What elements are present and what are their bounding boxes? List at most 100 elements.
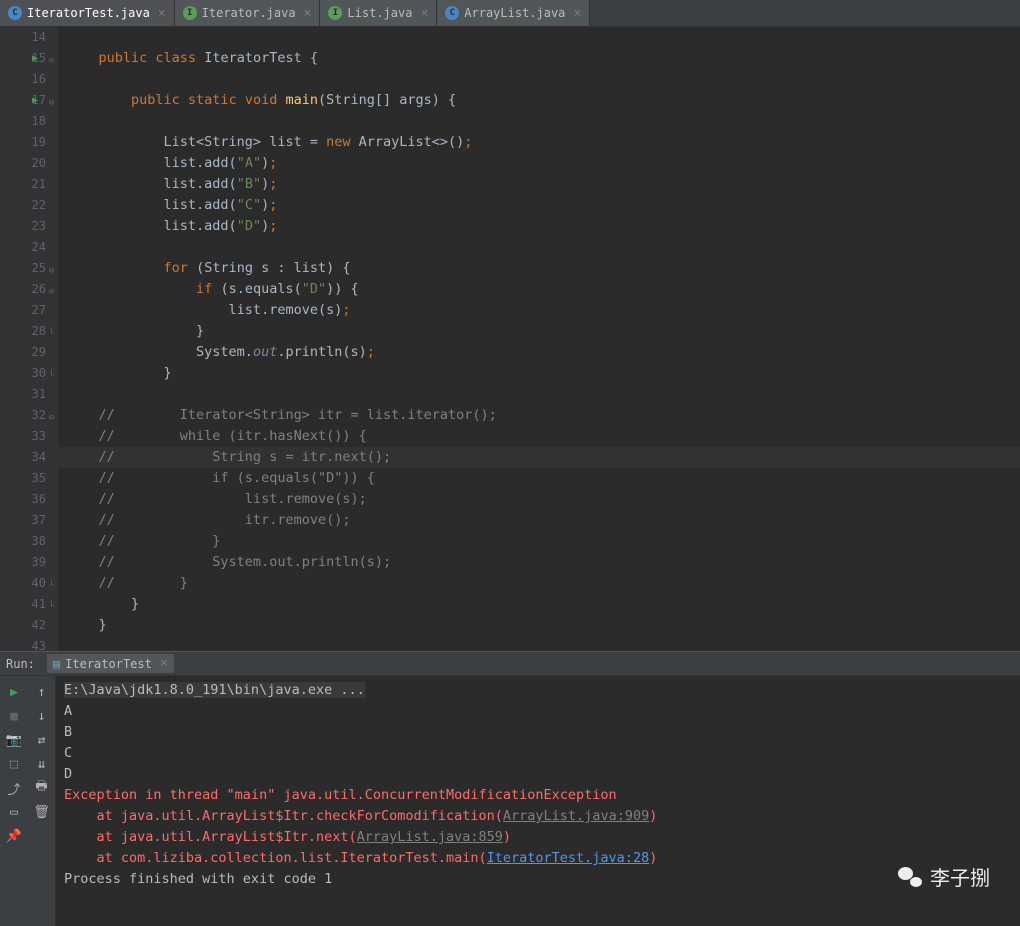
- gutter-line[interactable]: 20: [0, 153, 46, 174]
- code-line[interactable]: for (String s : list) {: [66, 258, 1020, 279]
- fold-icon[interactable]: ⊖: [49, 51, 54, 72]
- code-line[interactable]: list.add("B");: [66, 174, 1020, 195]
- code-line[interactable]: public class IteratorTest {: [66, 48, 1020, 69]
- console-line: at com.liziba.collection.list.IteratorTe…: [64, 848, 1012, 869]
- print-icon[interactable]: 🖶: [34, 780, 50, 796]
- code-line[interactable]: list.add("D");: [66, 216, 1020, 237]
- gutter-line[interactable]: 26⊖: [0, 279, 46, 300]
- tab[interactable]: IIterator.java×: [175, 0, 321, 26]
- code-line[interactable]: if (s.equals("D")) {: [66, 279, 1020, 300]
- gutter-line[interactable]: 31: [0, 384, 46, 405]
- gutter-line[interactable]: 14: [0, 27, 46, 48]
- code-line[interactable]: [66, 27, 1020, 48]
- debug-icon[interactable]: ⬚: [6, 756, 22, 772]
- gutter-line[interactable]: 43: [0, 636, 46, 657]
- gutter-line[interactable]: 25⊖: [0, 258, 46, 279]
- fold-icon[interactable]: ⊖: [49, 93, 54, 114]
- run-gutter-icon[interactable]: ▶: [32, 90, 38, 111]
- exit-icon[interactable]: ⤴: [6, 780, 22, 796]
- gutter-line[interactable]: 39: [0, 552, 46, 573]
- code-line[interactable]: // Iterator<String> itr = list.iterator(…: [66, 405, 1020, 426]
- tab-label: IteratorTest.java: [27, 6, 150, 20]
- stacktrace-link[interactable]: IteratorTest.java:28: [487, 850, 650, 866]
- gutter-line[interactable]: 30└: [0, 363, 46, 384]
- run-icon[interactable]: ▶: [6, 684, 22, 700]
- run-tab-icon: ▤: [53, 657, 60, 671]
- code-line[interactable]: [66, 636, 1020, 657]
- gutter-line[interactable]: 18: [0, 111, 46, 132]
- run-gutter-icon[interactable]: ▶: [32, 48, 38, 69]
- wrap-icon[interactable]: ⇄: [34, 732, 50, 748]
- gutter-line[interactable]: 24: [0, 237, 46, 258]
- gutter-line[interactable]: 21: [0, 174, 46, 195]
- gutter-line[interactable]: 27: [0, 300, 46, 321]
- gutter-line[interactable]: 42: [0, 615, 46, 636]
- gutter-line[interactable]: 28└: [0, 321, 46, 342]
- code-line[interactable]: list.add("A");: [66, 153, 1020, 174]
- code-line[interactable]: // itr.remove();: [66, 510, 1020, 531]
- tab[interactable]: CIteratorTest.java×: [0, 0, 175, 26]
- code-line[interactable]: }: [66, 615, 1020, 636]
- gutter-line[interactable]: 38: [0, 531, 46, 552]
- up-icon[interactable]: ↑: [34, 684, 50, 700]
- code-line[interactable]: list.remove(s);: [66, 300, 1020, 321]
- close-icon[interactable]: ×: [158, 6, 166, 21]
- gutter-line[interactable]: ▶15⊖: [0, 48, 46, 69]
- code-line[interactable]: // while (itr.hasNext()) {: [66, 426, 1020, 447]
- gutter-line[interactable]: 40└: [0, 573, 46, 594]
- code-line[interactable]: // System.out.println(s);: [66, 552, 1020, 573]
- code-line[interactable]: // list.remove(s);: [66, 489, 1020, 510]
- gutter-line[interactable]: 19: [0, 132, 46, 153]
- stop-icon[interactable]: ■: [6, 708, 22, 724]
- gutter-line[interactable]: 23: [0, 216, 46, 237]
- fold-icon[interactable]: ⊖: [49, 282, 54, 303]
- fold-icon[interactable]: ⊖: [49, 408, 54, 429]
- layout-icon[interactable]: ▭: [6, 804, 22, 820]
- code-area[interactable]: public class IteratorTest { public stati…: [58, 27, 1020, 651]
- code-line[interactable]: // String s = itr.next();: [58, 447, 1020, 468]
- gutter-line[interactable]: 32⊖: [0, 405, 46, 426]
- code-line[interactable]: // }: [66, 531, 1020, 552]
- code-line[interactable]: // }: [66, 573, 1020, 594]
- gutter-line[interactable]: 35: [0, 468, 46, 489]
- gutter-line[interactable]: 36: [0, 489, 46, 510]
- pin-icon[interactable]: 📌: [6, 828, 22, 844]
- code-line[interactable]: list.add("C");: [66, 195, 1020, 216]
- code-line[interactable]: System.out.println(s);: [66, 342, 1020, 363]
- gutter-line[interactable]: 22: [0, 195, 46, 216]
- gutter-line[interactable]: ▶17⊖: [0, 90, 46, 111]
- close-icon[interactable]: ×: [304, 6, 312, 21]
- stacktrace-link[interactable]: ArrayList.java:859: [357, 829, 503, 845]
- code-line[interactable]: [66, 237, 1020, 258]
- trash-icon[interactable]: 🗑: [34, 804, 50, 820]
- watermark-text: 李子捌: [930, 862, 990, 891]
- code-line[interactable]: [66, 69, 1020, 90]
- code-line[interactable]: // if (s.equals("D")) {: [66, 468, 1020, 489]
- code-line[interactable]: public static void main(String[] args) {: [66, 90, 1020, 111]
- code-line[interactable]: }: [66, 321, 1020, 342]
- gutter-line[interactable]: 29: [0, 342, 46, 363]
- down-icon[interactable]: ↓: [34, 708, 50, 724]
- console-line: B: [64, 722, 1012, 743]
- stacktrace-link[interactable]: ArrayList.java:909: [503, 808, 649, 824]
- code-line[interactable]: [66, 111, 1020, 132]
- code-line[interactable]: }: [66, 594, 1020, 615]
- code-line[interactable]: [66, 384, 1020, 405]
- code-line[interactable]: }: [66, 363, 1020, 384]
- close-icon[interactable]: ×: [420, 6, 428, 21]
- gutter-line[interactable]: 16: [0, 69, 46, 90]
- tab[interactable]: CArrayList.java×: [437, 0, 590, 26]
- scroll-icon[interactable]: ⇊: [34, 756, 50, 772]
- gutter-line[interactable]: 33: [0, 426, 46, 447]
- gutter-line[interactable]: 37: [0, 510, 46, 531]
- run-toolbar-right: ↑ ↓ ⇄ ⇊ 🖶 🗑: [28, 676, 56, 926]
- gutter-line[interactable]: 41└: [0, 594, 46, 615]
- console-output[interactable]: E:\Java\jdk1.8.0_191\bin\java.exe ...ABC…: [56, 676, 1020, 926]
- fold-icon[interactable]: ⊖: [49, 261, 54, 282]
- camera-icon[interactable]: 📷: [6, 732, 22, 748]
- tab[interactable]: IList.java×: [320, 0, 437, 26]
- gutter-line[interactable]: 34: [0, 447, 46, 468]
- close-icon[interactable]: ×: [160, 656, 168, 671]
- code-line[interactable]: List<String> list = new ArrayList<>();: [66, 132, 1020, 153]
- close-icon[interactable]: ×: [573, 6, 581, 21]
